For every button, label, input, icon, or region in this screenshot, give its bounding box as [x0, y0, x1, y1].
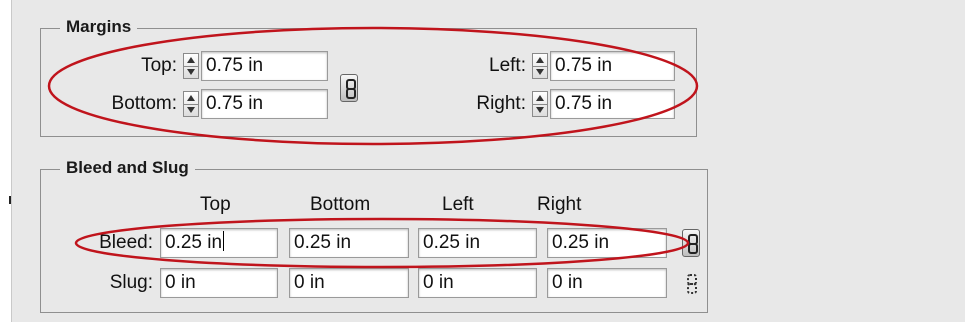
chain-link-icon[interactable] [340, 74, 358, 102]
slug-label: Slug: [109, 272, 153, 293]
margin-left-stepper[interactable] [532, 53, 548, 79]
column-header-right: Right [537, 194, 582, 215]
slug-top-field[interactable]: 0 in [160, 268, 278, 298]
bleed-bottom-field[interactable]: 0.25 in [289, 228, 409, 258]
margin-bottom-label: Bottom: [111, 93, 177, 114]
column-header-top: Top [200, 194, 231, 215]
slug-bottom-field[interactable]: 0 in [289, 268, 409, 298]
margin-left-label: Left: [489, 55, 526, 76]
bleed-label: Bleed: [99, 232, 153, 253]
margin-top-stepper[interactable] [183, 53, 199, 79]
margin-bottom-stepper[interactable] [183, 91, 199, 117]
column-header-left: Left [442, 194, 474, 215]
bleed-left-field[interactable]: 0.25 in [418, 228, 537, 258]
margin-right-stepper[interactable] [532, 91, 548, 117]
margins-group [40, 28, 697, 137]
bleed-top-field[interactable]: 0.25 in [160, 228, 278, 258]
margins-legend: Margins [60, 17, 138, 37]
slug-left-field[interactable]: 0 in [418, 268, 537, 298]
margin-top-field[interactable]: 0.75 in [201, 51, 328, 81]
bleed-slug-legend: Bleed and Slug [60, 158, 195, 178]
margin-right-label: Right: [476, 93, 526, 114]
broken-chain-link-icon[interactable] [682, 270, 700, 298]
margin-right-field[interactable]: 0.75 in [550, 89, 675, 119]
bleed-right-field[interactable]: 0.25 in [547, 228, 667, 258]
margin-top-label: Top: [141, 55, 177, 76]
bleed-top-value: 0.25 in [165, 232, 223, 253]
column-header-bottom: Bottom [310, 194, 371, 215]
bleed-chain-link-icon[interactable] [682, 229, 700, 257]
slug-right-field[interactable]: 0 in [547, 268, 667, 298]
margin-bottom-field[interactable]: 0.75 in [201, 89, 328, 119]
left-gutter [0, 0, 11, 322]
tick-mark [9, 196, 11, 204]
gutter-divider [11, 0, 12, 322]
margin-left-field[interactable]: 0.75 in [550, 51, 675, 81]
text-cursor [223, 231, 225, 251]
